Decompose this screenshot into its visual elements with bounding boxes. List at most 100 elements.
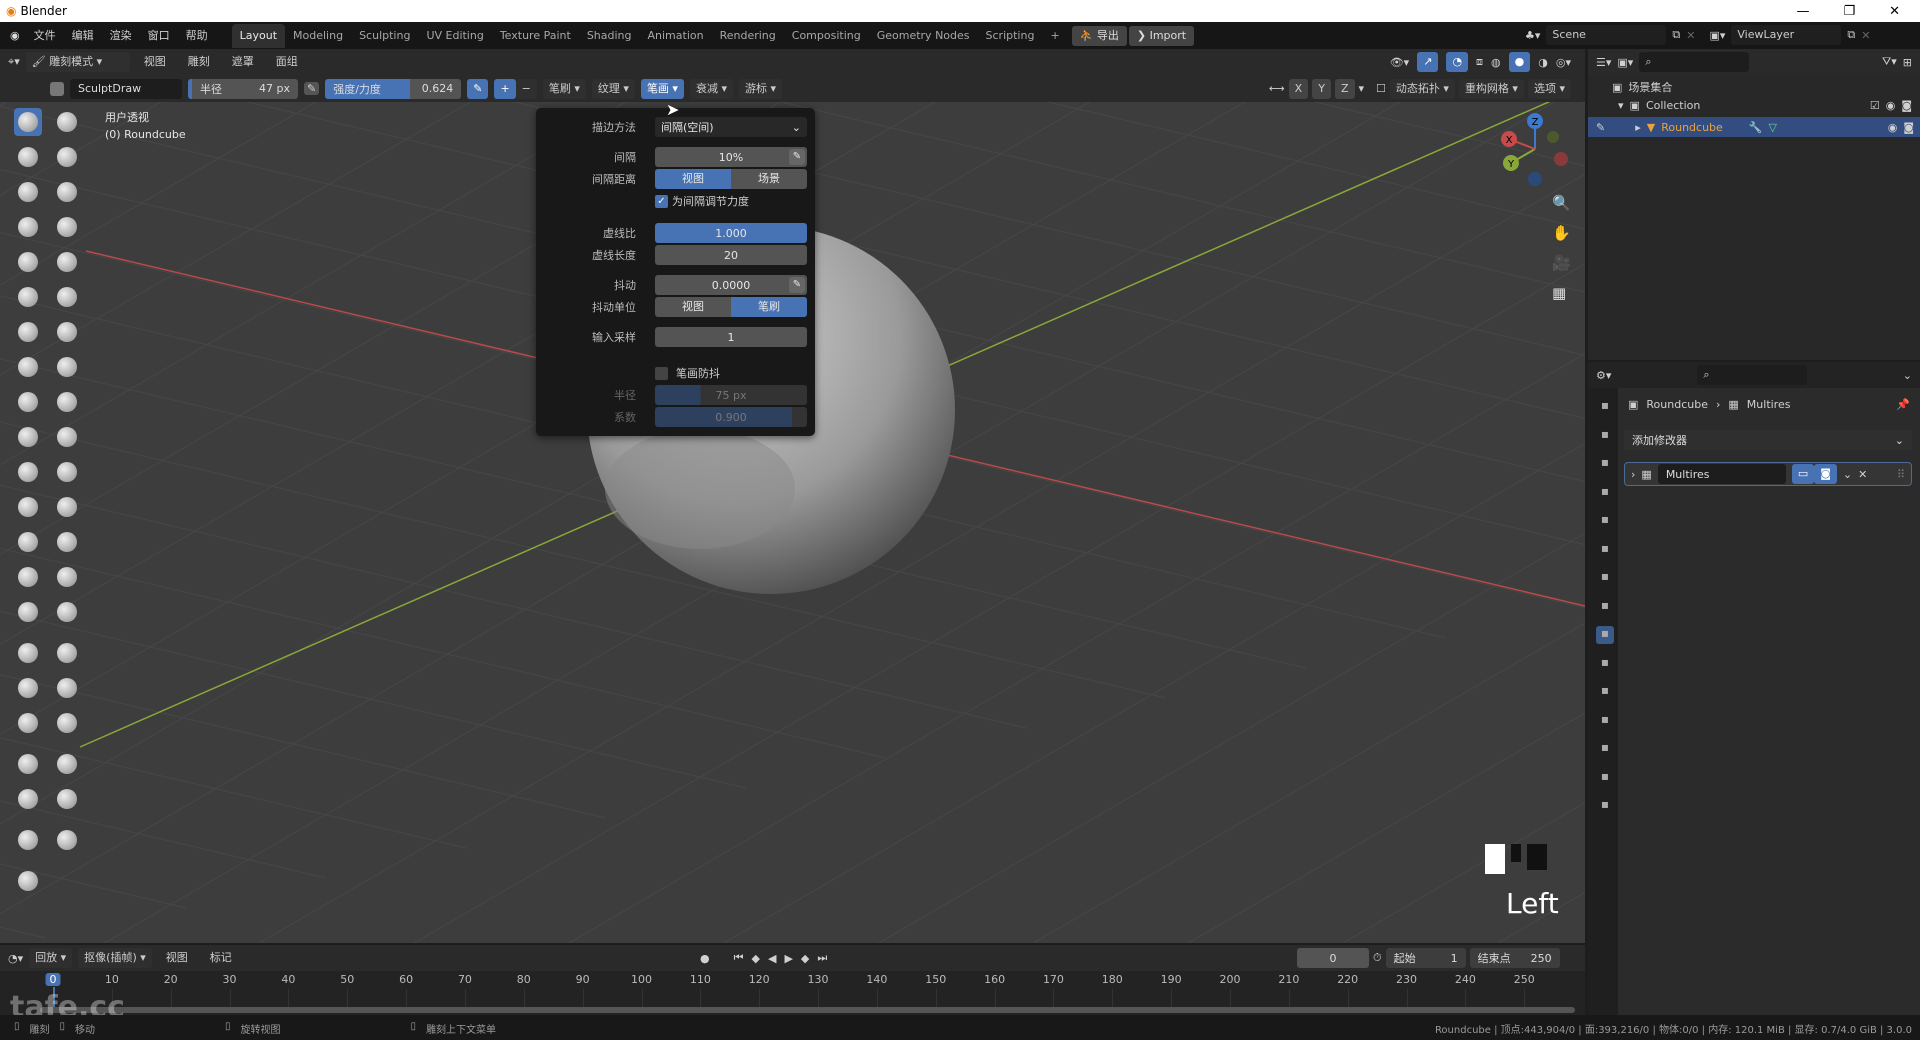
stabilize-radius-slider[interactable]: 75 px: [655, 385, 807, 405]
tab-rendering[interactable]: Rendering: [712, 24, 784, 48]
menu-edit[interactable]: 编辑: [64, 25, 102, 47]
exclude-checkbox[interactable]: ☑: [1870, 99, 1880, 112]
tool-mask-by-color[interactable]: [53, 750, 81, 778]
properties-search-input[interactable]: ⌕: [1697, 365, 1808, 385]
tool-move[interactable]: [14, 785, 42, 813]
tool-box-hide[interactable]: [14, 639, 42, 667]
close-button[interactable]: ✕: [1889, 4, 1900, 19]
symmetry-z-toggle[interactable]: Z: [1334, 78, 1355, 99]
radius-slider[interactable]: 半径 47 px: [188, 78, 298, 99]
tab-object-icon[interactable]: ▪: [1596, 598, 1614, 616]
navigation-gizmo[interactable]: Z Y X: [1495, 109, 1575, 189]
jump-start-icon[interactable]: ⏮: [734, 951, 744, 965]
spacing-scene-option[interactable]: 场景: [731, 169, 807, 189]
camera-render-icon[interactable]: ◙: [1903, 121, 1914, 134]
outliner-search-input[interactable]: ⌕: [1639, 52, 1750, 72]
menu-marker[interactable]: 标记: [202, 947, 240, 969]
dyntopo-checkbox[interactable]: ☐: [1376, 82, 1386, 95]
end-frame-field[interactable]: 结束点 250: [1469, 948, 1560, 968]
expand-arrow-icon[interactable]: ›: [1631, 468, 1635, 481]
tool-annotate[interactable]: [14, 867, 42, 895]
tool-simplify[interactable]: [53, 528, 81, 556]
tool-inflate[interactable]: [14, 213, 42, 241]
tool-mesh-filter[interactable]: [53, 674, 81, 702]
input-samples-field[interactable]: 1: [655, 327, 807, 347]
scene-selector[interactable]: Scene: [1546, 25, 1667, 45]
tab-compositing[interactable]: Compositing: [784, 24, 869, 48]
tool-thumb[interactable]: [14, 423, 42, 451]
tool-box-mask[interactable]: [14, 598, 42, 626]
tool-flatten[interactable]: [14, 283, 42, 311]
tab-scripting[interactable]: Scripting: [978, 24, 1043, 48]
tab-sculpting[interactable]: Sculpting: [351, 24, 418, 48]
menu-mask[interactable]: 遮罩: [224, 51, 262, 73]
modifier-name-field[interactable]: Multires: [1657, 464, 1786, 484]
tool-elastic-deform[interactable]: [14, 388, 42, 416]
dash-length-field[interactable]: 20: [655, 245, 807, 265]
tab-animation[interactable]: Animation: [640, 24, 712, 48]
tab-collection-icon[interactable]: ▪: [1596, 569, 1614, 587]
tool-clay-thumb[interactable]: [14, 178, 42, 206]
export-button[interactable]: ⛹ 导出: [1071, 25, 1127, 46]
outliner-scene-collection[interactable]: ▣ 场景集合: [1612, 79, 1672, 95]
spacing-view-option[interactable]: 视图: [655, 169, 731, 189]
brush-name-field[interactable]: SculptDraw: [70, 78, 182, 99]
blender-menu-icon[interactable]: ◉: [10, 29, 20, 42]
import-button[interactable]: ❯ Import: [1128, 25, 1195, 46]
pin-icon[interactable]: 📌: [1896, 398, 1910, 411]
visibility-icon[interactable]: 👁▾: [1390, 56, 1410, 69]
tab-view-layer-icon[interactable]: ▪: [1596, 484, 1614, 502]
editor-type-icon[interactable]: ⌖▾: [8, 55, 20, 69]
tool-draw-sharp[interactable]: [53, 108, 81, 136]
minimize-button[interactable]: —: [1796, 4, 1809, 19]
tool-layer[interactable]: [53, 178, 81, 206]
tab-material-icon[interactable]: ▪: [1596, 769, 1614, 787]
tab-shading[interactable]: Shading: [579, 24, 640, 48]
menu-face-sets[interactable]: 面组: [268, 51, 306, 73]
new-scene-icon[interactable]: ⧉: [1672, 28, 1680, 42]
tool-scrape[interactable]: [14, 318, 42, 346]
tab-modifiers-icon[interactable]: ▪: [1596, 626, 1614, 644]
camera-render-icon[interactable]: ◙: [1901, 99, 1912, 112]
tool-clay-strips[interactable]: [53, 143, 81, 171]
tab-geometry-nodes[interactable]: Geometry Nodes: [869, 24, 978, 48]
tool-box-face-set[interactable]: [53, 639, 81, 667]
tool-mask[interactable]: [14, 563, 42, 591]
spacing-field[interactable]: 10% ✎: [655, 147, 807, 167]
texture-dropdown[interactable]: 纹理 ▾: [591, 78, 635, 99]
delete-scene-icon[interactable]: ✕: [1686, 29, 1695, 42]
falloff-dropdown[interactable]: 衰减 ▾: [689, 78, 733, 99]
direction-subtract-button[interactable]: −: [515, 78, 537, 99]
pan-hand-icon[interactable]: ✋: [1552, 224, 1571, 242]
dyntopo-dropdown[interactable]: 动态拓扑 ▾: [1389, 78, 1455, 99]
play-icon[interactable]: ▶: [784, 952, 792, 965]
camera-view-icon[interactable]: 🎥: [1552, 254, 1571, 272]
play-reverse-icon[interactable]: ◀: [768, 952, 776, 965]
strength-pressure-icon[interactable]: ✎: [467, 78, 489, 99]
editor-type-icon[interactable]: ⚙▾: [1596, 369, 1611, 382]
tab-modeling[interactable]: Modeling: [285, 24, 351, 48]
tool-pinch[interactable]: [14, 353, 42, 381]
show-render-toggle-icon[interactable]: ◙: [1814, 464, 1837, 484]
menu-window[interactable]: 窗口: [140, 25, 178, 47]
tool-scale[interactable]: [14, 826, 42, 854]
tab-uv-editing[interactable]: UV Editing: [418, 24, 491, 48]
brush-icon[interactable]: [50, 81, 64, 96]
chevron-down-icon[interactable]: ⌄: [1843, 468, 1852, 481]
tool-slide-relax[interactable]: [14, 493, 42, 521]
tool-snake-hook[interactable]: [53, 388, 81, 416]
editor-type-icon[interactable]: ◔▾: [8, 952, 23, 965]
tab-scene-icon[interactable]: ▪: [1596, 512, 1614, 530]
options-chevron-icon[interactable]: ⌄: [1903, 369, 1912, 382]
expand-arrow-icon[interactable]: ▾: [1618, 99, 1624, 112]
jump-end-icon[interactable]: ⏭: [817, 951, 827, 965]
jitter-unit-toggle[interactable]: 视图 笔刷: [655, 297, 807, 317]
tool-crease[interactable]: [14, 248, 42, 276]
wireframe-shading-icon[interactable]: ◍: [1491, 56, 1501, 69]
menu-help[interactable]: 帮助: [178, 25, 216, 47]
options-dropdown[interactable]: 选项 ▾: [1527, 78, 1571, 99]
start-frame-field[interactable]: 起始 1: [1385, 948, 1466, 968]
menu-file[interactable]: 文件: [26, 25, 64, 47]
overlay-toggle-icon[interactable]: ◔: [1446, 52, 1469, 72]
current-frame-field[interactable]: 0: [1297, 948, 1369, 968]
